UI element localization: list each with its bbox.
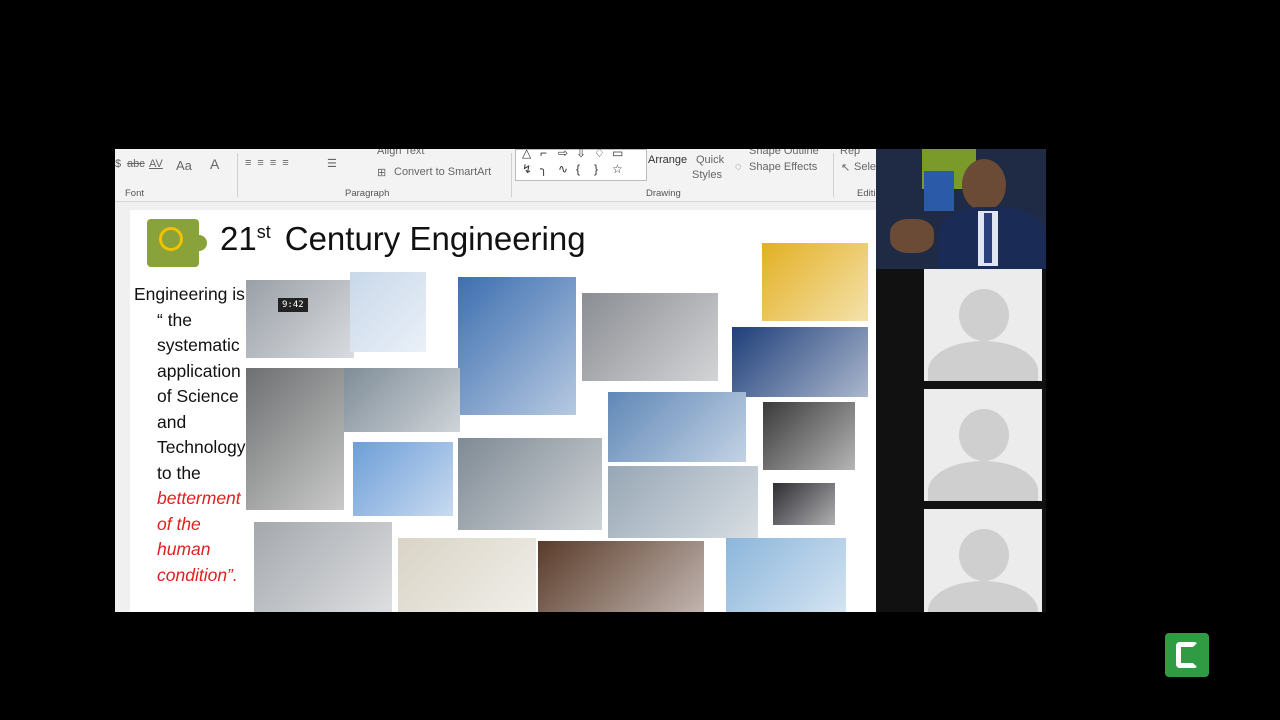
shape-effects-button[interactable]: Shape Effects [749, 161, 817, 173]
definition-line: systematic [157, 335, 240, 355]
definition-line: Engineering is [134, 284, 245, 304]
photo-mri-scanner[interactable] [398, 538, 536, 612]
speaker-video-tile[interactable] [876, 149, 1046, 269]
ribbon-divider [833, 153, 834, 197]
font-group-label: Font [125, 188, 145, 199]
photo-bridge[interactable] [608, 466, 758, 538]
shape-outline-button[interactable]: Shape Outline [749, 149, 819, 157]
photo-gps-device[interactable] [763, 402, 855, 470]
drawing-group-label: Drawing [646, 188, 681, 199]
puzzle-piece-icon [924, 171, 954, 211]
avatar-icon [959, 529, 1009, 581]
definition-line: Technology [157, 437, 246, 457]
replace-button[interactable]: Rep [840, 149, 860, 157]
photo-airplane[interactable] [254, 522, 392, 612]
shape-option-icon[interactable]: ↯ [522, 162, 532, 176]
slide-title[interactable]: 21st Century Engineering [220, 220, 586, 258]
photo-city-skyline[interactable] [608, 392, 746, 462]
participant-tile[interactable] [924, 269, 1042, 381]
shape-option-icon[interactable]: { [576, 162, 580, 176]
photo-train[interactable] [458, 438, 602, 530]
photo-dam[interactable] [344, 368, 460, 432]
strikethrough-abc-button[interactable]: abc [127, 158, 145, 170]
shape-option-icon[interactable]: ⇩ [576, 149, 586, 160]
shape-option-icon[interactable]: △ [522, 149, 531, 160]
lightbulb-puzzle-icon [147, 219, 207, 267]
shapes-gallery[interactable]: △ ⌐ ⇨ ⇩ ♢ ▭ ↯ ╮ ∿ {} ☆ [515, 149, 647, 181]
ribbon-divider [237, 153, 238, 197]
definition-line: of Science [157, 386, 239, 406]
definition-emphasis: of the [157, 513, 201, 534]
shape-effects-icon: ◌ [735, 161, 742, 173]
editing-group-label: Editi [857, 188, 876, 199]
align-text-button[interactable]: Align Text [377, 149, 425, 157]
participant-gallery [876, 269, 1046, 612]
quick-styles-button[interactable]: Quick [696, 154, 724, 166]
avatar-icon [959, 409, 1009, 461]
smartart-icon[interactable]: ⊞ [377, 166, 386, 179]
photo-car[interactable] [732, 327, 868, 397]
shape-option-icon[interactable]: } [594, 162, 598, 176]
select-cursor-icon: ↖ [841, 162, 851, 174]
photo-power-lines[interactable] [353, 442, 453, 516]
quick-styles-label: Styles [692, 169, 722, 181]
photo-clock-radio[interactable]: 9:42 [246, 280, 354, 358]
shape-option-icon[interactable]: ⇨ [558, 149, 568, 160]
photo-ferris-wheel[interactable] [726, 538, 846, 612]
change-case-button[interactable]: Aa [176, 158, 192, 173]
definition-emphasis: betterment [157, 488, 241, 508]
convert-smartart-button[interactable]: Convert to SmartArt [394, 166, 491, 178]
columns-button[interactable]: ☰ [327, 157, 337, 170]
shape-option-icon[interactable]: ╮ [540, 162, 547, 176]
speaker-tie [984, 213, 992, 263]
photo-toothbrush[interactable] [350, 272, 426, 352]
participant-tile[interactable] [924, 389, 1042, 501]
strikethrough-button[interactable]: $ [115, 158, 121, 170]
font-color-button[interactable]: A [210, 156, 219, 172]
shape-option-icon[interactable]: ☆ [612, 162, 623, 176]
photo-cruise-ship[interactable] [538, 541, 704, 612]
definition-emphasis: human [157, 539, 211, 559]
arrange-button[interactable]: Arrange [648, 154, 687, 166]
avatar-icon [959, 289, 1009, 341]
character-spacing-button[interactable]: AV [149, 158, 163, 170]
speaker-hand [890, 219, 934, 253]
engineering-definition[interactable]: Engineering is “ the systematic applicat… [134, 282, 252, 588]
clock-time-display: 9:42 [278, 298, 308, 312]
paragraph-group-label: Paragraph [345, 188, 390, 199]
definition-emphasis: condition”. [157, 564, 238, 585]
definition-line: to the [157, 462, 201, 483]
shape-option-icon[interactable]: ▭ [612, 149, 623, 160]
definition-line: “ the [157, 309, 193, 330]
ribbon-divider [511, 153, 512, 197]
participant-tile[interactable] [924, 509, 1042, 612]
speaker-head [962, 159, 1006, 211]
photo-kitchen[interactable] [582, 293, 718, 381]
photo-space-shuttle[interactable] [246, 368, 344, 510]
definition-line: and [157, 411, 187, 432]
definition-line: application [157, 360, 241, 381]
photo-laptop[interactable] [773, 483, 835, 525]
photo-gas-station[interactable] [762, 243, 868, 321]
camtasia-logo-icon [1165, 633, 1209, 677]
powerpoint-ribbon: $ abc AV Aa A Font ≡≡≡≡ ☰ Align Text ⊞ C… [115, 149, 876, 202]
photo-shower-cabin[interactable] [458, 277, 576, 415]
slide-canvas[interactable]: 21st Century Engineering Engineering is “… [130, 210, 876, 612]
slide-editor-area: 21st Century Engineering Engineering is “… [115, 202, 876, 612]
shape-option-icon[interactable]: ∿ [558, 162, 568, 176]
select-button[interactable]: Sele [854, 161, 876, 173]
align-buttons[interactable]: ≡≡≡≡ [245, 157, 295, 169]
shape-option-icon[interactable]: ♢ [594, 149, 605, 160]
shape-option-icon[interactable]: ⌐ [540, 149, 547, 160]
